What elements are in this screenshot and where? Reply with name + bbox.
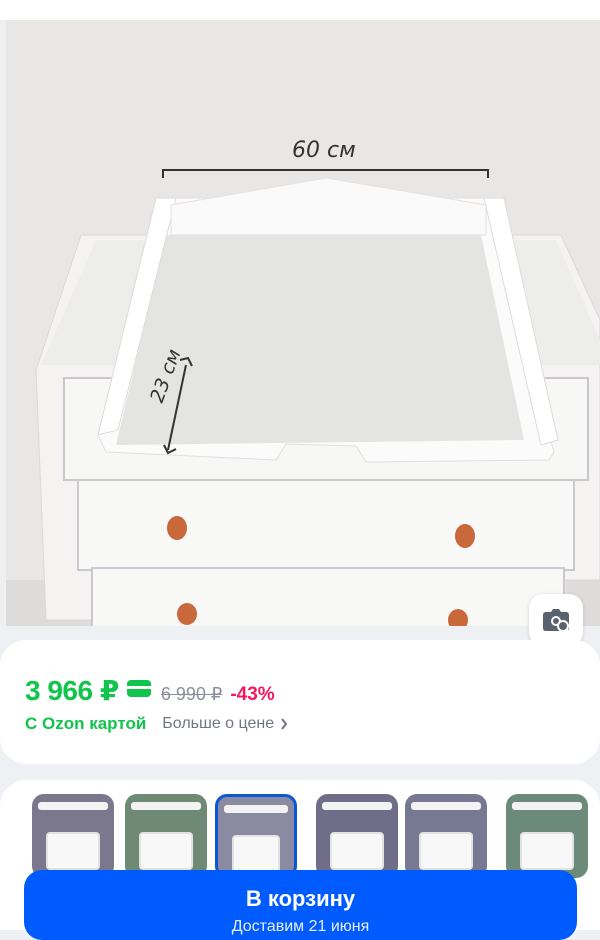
price-subline: С Ozon картой Больше о цене [25, 714, 288, 734]
ozon-card-label[interactable]: С Ozon картой [25, 714, 146, 734]
old-price: 6 990 ₽ [160, 684, 223, 704]
product-photo [6, 20, 600, 626]
product-thumbnail[interactable] [506, 794, 588, 878]
thumbnail-banner [38, 802, 108, 810]
chevron-right-icon [281, 718, 288, 730]
delivery-date-label: Доставим 21 июня [231, 918, 370, 935]
thumbnail-tray-image [520, 832, 574, 870]
ozon-card-icon [126, 680, 151, 697]
thumbnail-banner [224, 805, 288, 813]
camera-search-icon [543, 609, 570, 633]
product-image[interactable]: 60 см 23 см [6, 20, 600, 626]
product-thumbnail[interactable] [405, 794, 487, 878]
price-row: 3 966 ₽ 6 990 ₽ -43% [25, 674, 275, 707]
thumbnail-banner [411, 802, 481, 810]
image-search-button[interactable] [529, 594, 583, 646]
more-about-price-label: Больше о цене [162, 715, 275, 732]
thumbnail-banner [512, 802, 582, 810]
product-thumbnail[interactable] [316, 794, 398, 878]
product-thumbnail[interactable] [32, 794, 114, 878]
thumbnail-tray-image [139, 832, 193, 870]
thumbnail-banner [322, 802, 392, 810]
top-bar [0, 0, 600, 20]
thumbnail-tray-image [232, 835, 280, 873]
price-card: 3 966 ₽ 6 990 ₽ -43% С Ozon картой Больш… [0, 640, 600, 764]
thumbnail-tray-image [46, 832, 100, 870]
current-price: 3 966 ₽ [25, 675, 119, 706]
add-to-cart-label: В корзину [245, 886, 356, 911]
dimension-width-label: 60 см [292, 138, 356, 163]
product-thumbnail[interactable] [215, 794, 297, 878]
thumbnail-banner [131, 802, 201, 810]
discount-badge: -43% [230, 684, 275, 705]
thumbnail-tray-image [330, 832, 384, 870]
product-thumbnail[interactable] [125, 794, 207, 878]
thumbnail-tray-image [419, 832, 473, 870]
more-about-price-link[interactable]: Больше о цене [162, 715, 288, 733]
